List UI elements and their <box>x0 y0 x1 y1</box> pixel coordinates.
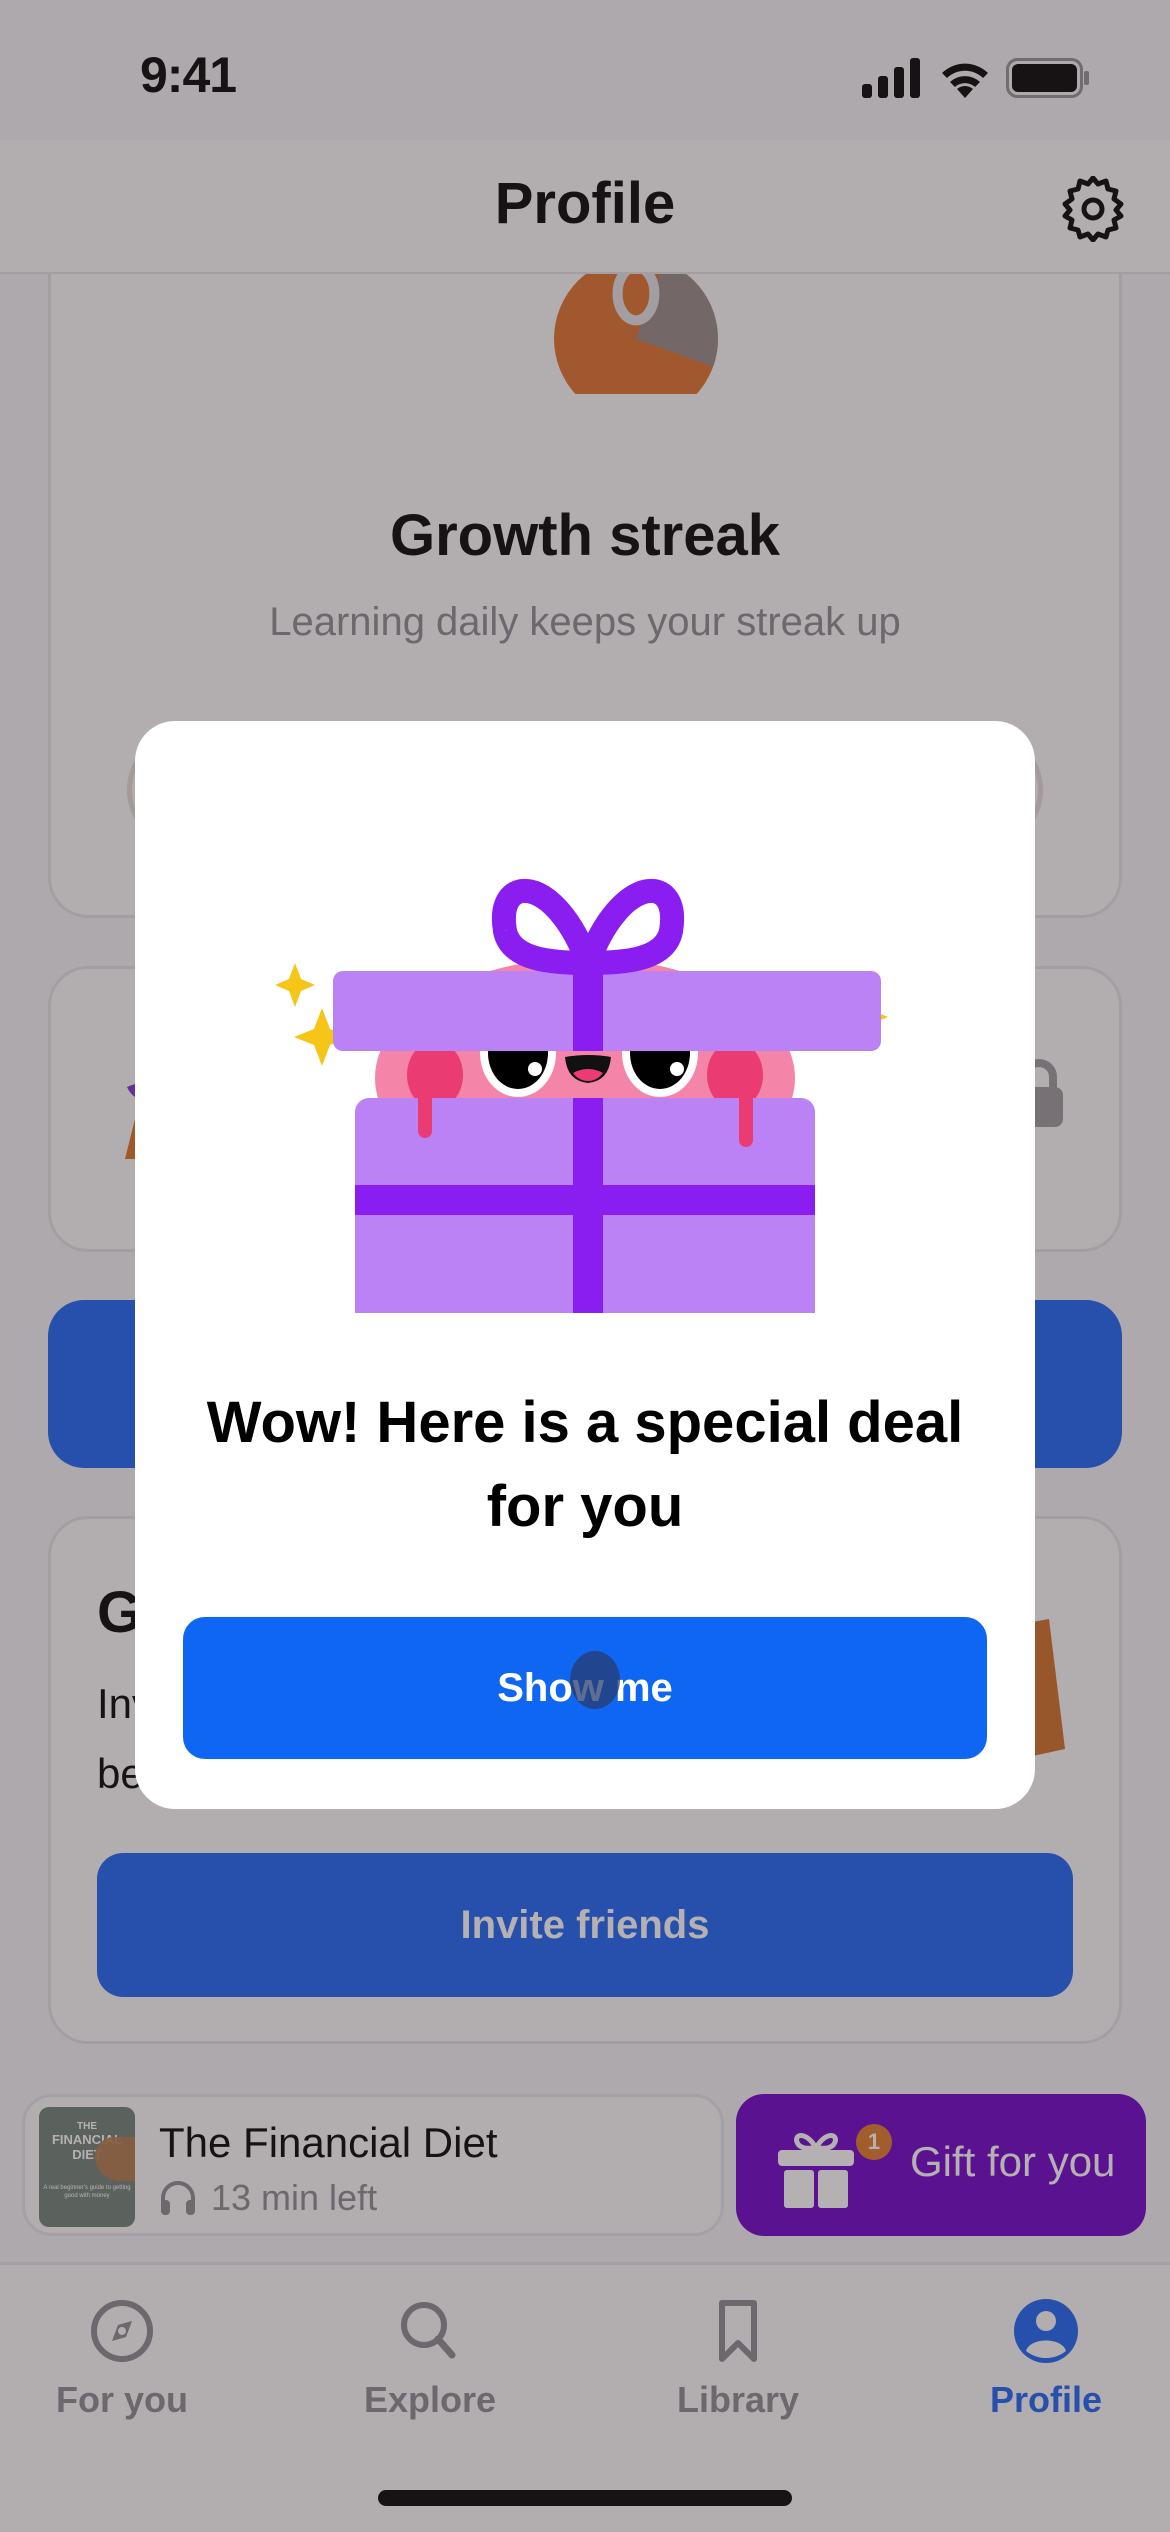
sparkle-icon <box>275 963 315 1007</box>
modal-title: Wow! Here is a special deal for you <box>206 1390 964 1539</box>
gift-box-character-illustration <box>275 878 888 1313</box>
special-deal-modal: Wow! Here is a special deal for you Show… <box>135 721 1035 1809</box>
touch-indicator <box>570 1651 620 1709</box>
